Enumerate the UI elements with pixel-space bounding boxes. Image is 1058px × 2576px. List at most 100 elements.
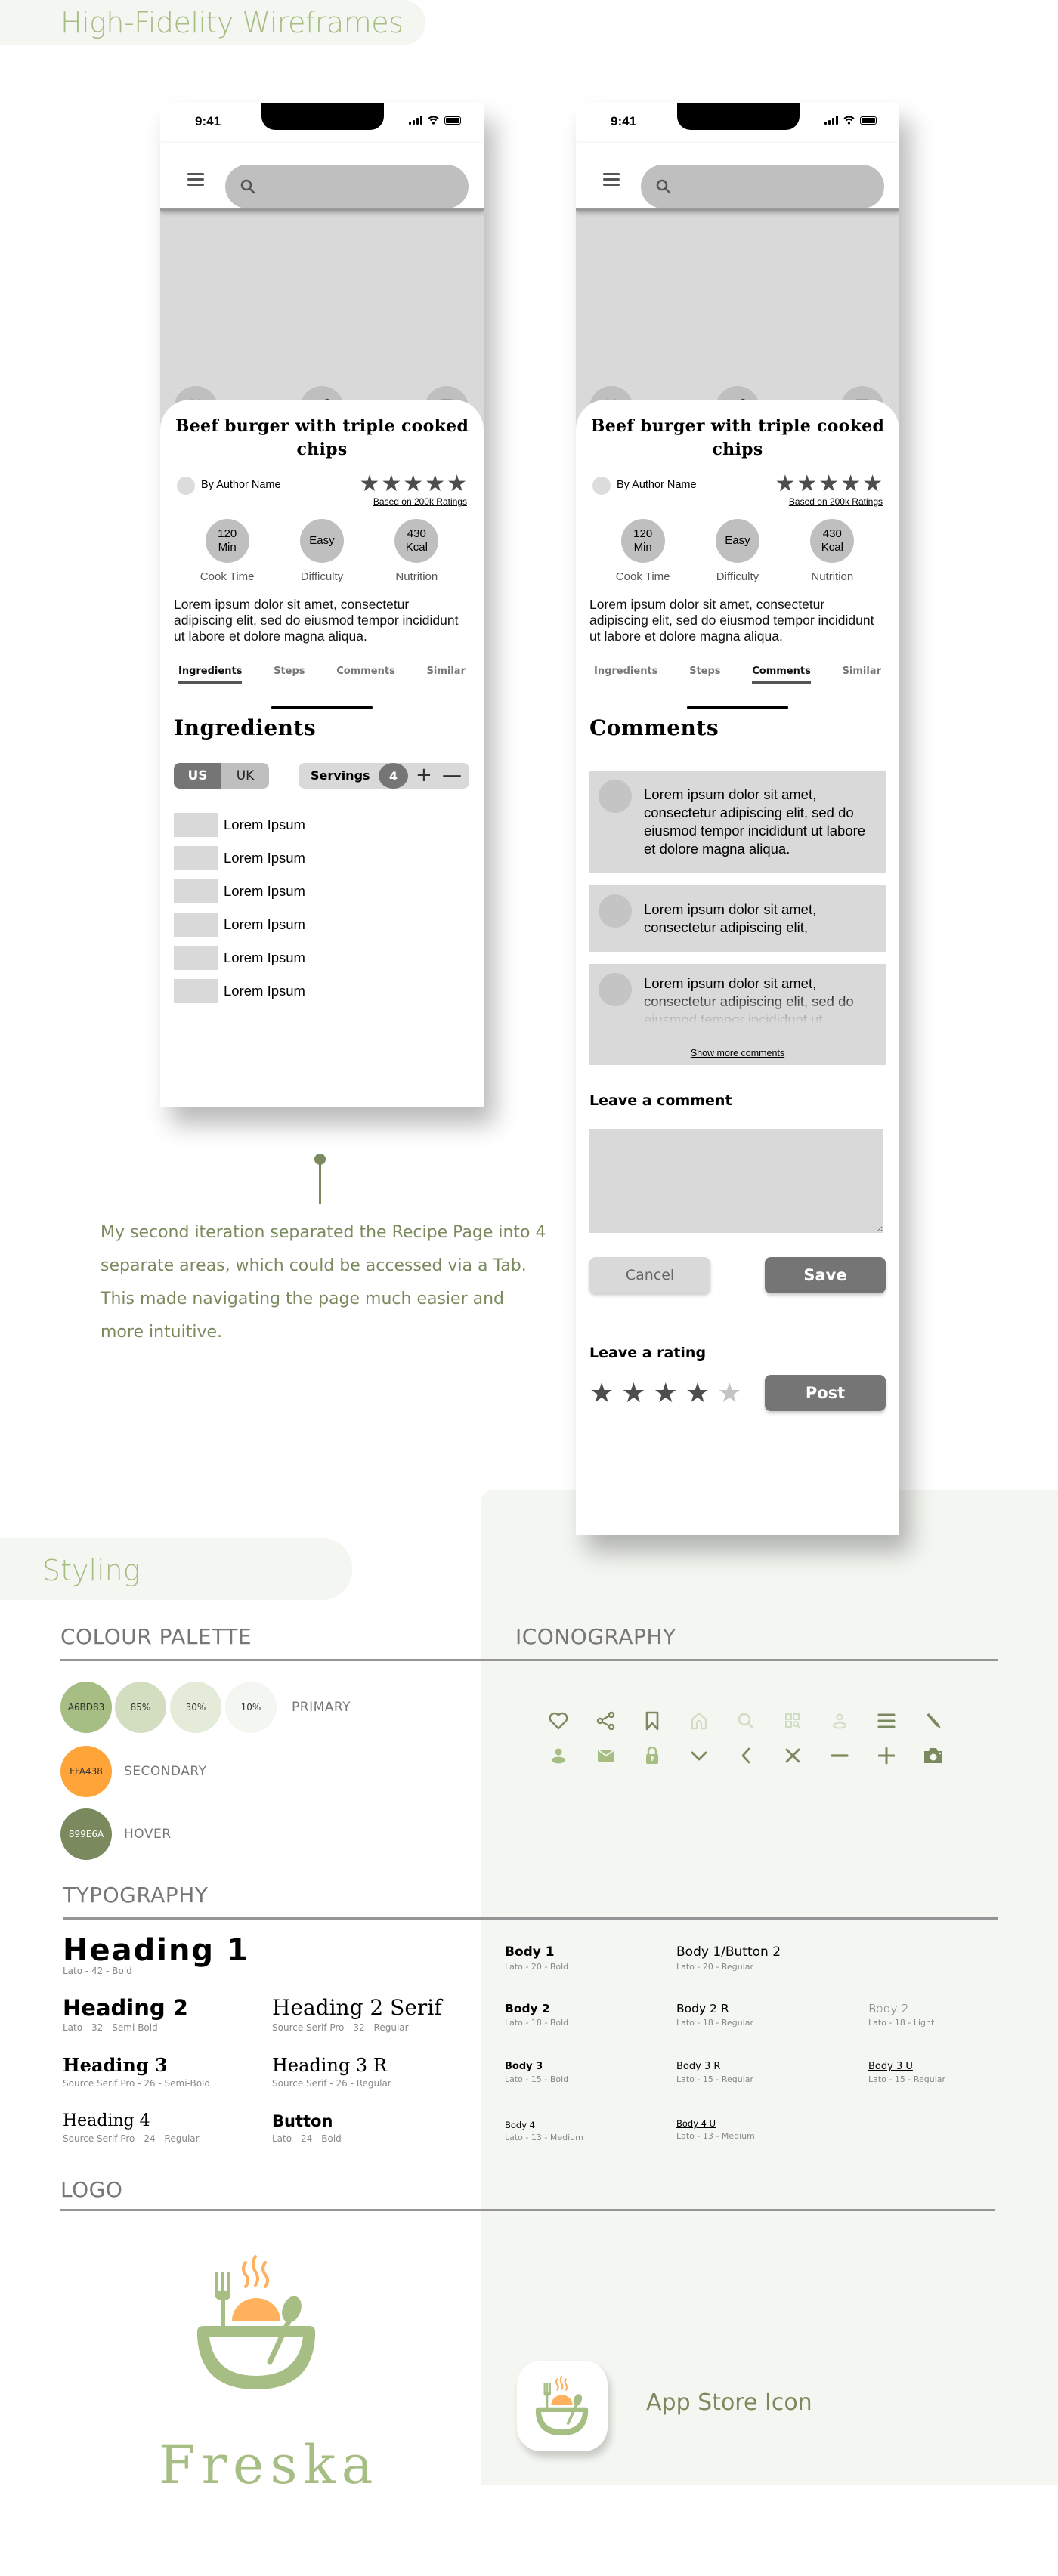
tab-ingredients[interactable]: Ingredients <box>178 666 243 684</box>
lock-icon <box>640 1744 664 1768</box>
list-item: Lorem Ipsum <box>174 842 470 875</box>
mail-icon <box>594 1744 618 1768</box>
type-body-1-button-2: Body 1/Button 2 Lato - 20 - Regular <box>676 1944 781 1972</box>
tab-similar[interactable]: Similar <box>427 666 466 684</box>
rating-stars: ★★★★★ <box>359 471 469 496</box>
camera-icon <box>921 1744 945 1768</box>
type-heading-1: Heading 1 Lato - 42 - Bold <box>63 1933 249 1976</box>
servings-count: 4 <box>379 763 408 789</box>
chevron-down-icon <box>687 1744 711 1768</box>
ratings-link[interactable]: Based on 200k Ratings <box>789 496 883 507</box>
recipe-title: Beef burger with triple cooked chips <box>175 416 469 459</box>
stat-difficulty: Easy Difficulty <box>280 519 363 583</box>
iconography-heading: ICONOGRAPHY <box>515 1624 676 1649</box>
rating-star-5[interactable]: ★ <box>717 1379 741 1407</box>
save-button[interactable]: Save <box>765 1257 886 1293</box>
section-divider <box>60 2209 995 2211</box>
status-time: 9:41 <box>611 114 637 128</box>
search-input[interactable] <box>641 165 884 208</box>
heart-icon <box>546 1709 571 1733</box>
menu-icon[interactable] <box>603 173 620 189</box>
comment-item: Lorem ipsum dolor sit amet, consectetur … <box>589 885 886 952</box>
stat-nutrition[interactable]: 430 Kcal Nutrition <box>790 519 874 583</box>
app-store-icon-label: App Store Icon <box>646 2389 812 2416</box>
list-item: Lorem Ipsum <box>174 808 470 842</box>
battery-icon <box>444 116 461 125</box>
section-title: Comments <box>589 715 719 740</box>
rating-star-4[interactable]: ★ <box>685 1379 710 1407</box>
wifi-icon <box>428 116 439 125</box>
swatch-primary: A6BD83 <box>60 1682 112 1733</box>
cancel-button[interactable]: Cancel <box>589 1257 710 1293</box>
hover-label: HOVER <box>124 1827 172 1842</box>
rating-star-1[interactable]: ★ <box>589 1379 614 1407</box>
author-name[interactable]: By Author Name <box>617 479 697 491</box>
menu-icon <box>874 1709 899 1733</box>
servings-increase-button[interactable]: + <box>416 764 432 786</box>
section-banner-wireframes: High-Fidelity Wireframes <box>0 0 425 45</box>
ingredient-list: Lorem Ipsum Lorem Ipsum Lorem Ipsum Lore… <box>174 808 470 1008</box>
author-avatar <box>177 477 195 495</box>
servings-decrease-button[interactable]: — <box>442 764 462 786</box>
comment-list: Lorem ipsum dolor sit amet, consectetur … <box>589 771 886 1065</box>
search-input[interactable] <box>225 165 469 208</box>
tab-similar[interactable]: Similar <box>843 666 881 684</box>
author-avatar <box>592 477 611 495</box>
freska-wordmark: Freska <box>159 2434 379 2496</box>
swatch-primary-10: 10% <box>225 1682 277 1733</box>
comment-item: Lorem ipsum dolor sit amet, consectetur … <box>589 964 886 1065</box>
rating-stars: ★★★★★ <box>775 471 884 496</box>
battery-icon <box>860 116 877 125</box>
show-more-comments-link[interactable]: Show more comments <box>691 1048 784 1058</box>
list-item: Lorem Ipsum <box>174 908 470 941</box>
section-divider <box>60 1659 998 1661</box>
tab-steps[interactable]: Steps <box>689 666 720 684</box>
ingredient-thumbnail <box>174 879 218 903</box>
menu-icon[interactable] <box>187 173 204 189</box>
rating-input[interactable]: ★ ★ ★ ★ ★ <box>589 1379 741 1407</box>
close-icon <box>781 1744 805 1768</box>
tab-comments[interactable]: Comments <box>752 666 811 684</box>
tab-comments[interactable]: Comments <box>336 666 395 684</box>
rating-star-3[interactable]: ★ <box>654 1379 678 1407</box>
phone-notch <box>677 103 800 130</box>
stat-difficulty: Easy Difficulty <box>696 519 779 583</box>
servings-stepper: Servings 4 + — <box>299 763 469 789</box>
wifi-icon <box>843 116 855 125</box>
rating-star-2[interactable]: ★ <box>621 1379 645 1407</box>
status-time: 9:41 <box>195 114 221 128</box>
secondary-label: SECONDARY <box>124 1764 207 1779</box>
share-icon <box>594 1709 618 1733</box>
recipe-card: Beef burger with triple cooked chips By … <box>576 400 899 1411</box>
swipe-indicator <box>687 706 788 709</box>
colour-palette-heading: COLOUR PALETTE <box>60 1624 252 1649</box>
unit-us-option[interactable]: US <box>174 763 221 789</box>
bookmark-icon <box>640 1709 664 1733</box>
tab-ingredients[interactable]: Ingredients <box>594 666 657 684</box>
ingredient-thumbnail <box>174 946 218 970</box>
plus-icon <box>874 1744 899 1768</box>
search-icon <box>734 1709 758 1733</box>
user-outline-icon <box>828 1709 852 1733</box>
unit-uk-option[interactable]: UK <box>221 763 269 789</box>
author-name[interactable]: By Author Name <box>201 479 281 491</box>
pencil-icon <box>921 1709 945 1733</box>
stat-nutrition[interactable]: 430 Kcal Nutrition <box>375 519 458 583</box>
type-button: Button Lato - 24 - Bold <box>272 2112 342 2144</box>
tab-steps[interactable]: Steps <box>274 666 305 684</box>
type-body-2-regular: Body 2 R Lato - 18 - Regular <box>676 2002 754 2028</box>
swipe-indicator <box>271 706 373 709</box>
comment-item: Lorem ipsum dolor sit amet, consectetur … <box>589 771 886 873</box>
type-heading-2-serif: Heading 2 Serif Source Serif Pro - 32 - … <box>272 1995 442 2034</box>
type-body-3-regular: Body 3 R Lato - 15 - Regular <box>676 2061 754 2084</box>
phone-comments-view: 9:41 Beef burger with triple cooked chip… <box>576 103 899 1535</box>
servings-label: Servings <box>311 768 370 783</box>
post-button[interactable]: Post <box>765 1375 886 1411</box>
ratings-link[interactable]: Based on 200k Ratings <box>373 496 467 507</box>
commenter-avatar <box>599 973 632 1006</box>
recipe-stats: 120 Min Cook Time Easy Difficulty 430 Kcal… <box>174 519 470 583</box>
type-body-3-underline: Body 3 U Lato - 15 - Regular <box>868 2061 946 2084</box>
unit-toggle[interactable]: US UK <box>174 763 269 789</box>
comment-input[interactable] <box>589 1129 883 1233</box>
stat-cook-time: 120 Min Cook Time <box>186 519 269 583</box>
